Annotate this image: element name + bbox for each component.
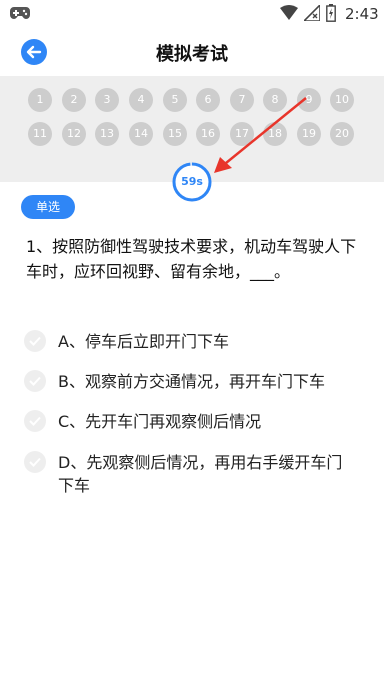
question-number-5[interactable]: 5	[163, 88, 187, 112]
battery-charging-icon	[326, 4, 336, 22]
status-bar: 2:43	[0, 0, 384, 28]
gamepad-icon	[10, 7, 30, 19]
question-number-19[interactable]: 19	[297, 122, 321, 146]
option-check-icon	[24, 370, 46, 392]
option-a-label: A、停车后立即开门下车	[58, 332, 229, 351]
option-check-icon	[24, 330, 46, 352]
page-title: 模拟考试	[156, 44, 228, 65]
option-b-label: B、观察前方交通情况，再开车门下车	[58, 372, 325, 391]
question-number-1[interactable]: 1	[28, 88, 52, 112]
question-number-6[interactable]: 6	[196, 88, 220, 112]
question-number-3[interactable]: 3	[95, 88, 119, 112]
option-d-label: D、先观察侧后情况，再用右手缓开车门下车	[58, 453, 343, 495]
question-number-2[interactable]: 2	[62, 88, 86, 112]
question-number-20[interactable]: 20	[330, 122, 354, 146]
header: 模拟考试	[0, 30, 384, 74]
countdown-timer: 59s	[171, 161, 213, 203]
question-number-13[interactable]: 13	[95, 122, 119, 146]
option-c-label: C、先开车门再观察侧后情况	[58, 412, 262, 431]
question-text: 1、按照防御性驾驶技术要求，机动车驾驶人下车时，应环回视野、留有余地，___。	[26, 237, 357, 281]
question-number-4[interactable]: 4	[129, 88, 153, 112]
wifi-icon	[280, 5, 298, 20]
question-number-8[interactable]: 8	[263, 88, 287, 112]
question-number-16[interactable]: 16	[196, 122, 220, 146]
question-number-14[interactable]: 14	[129, 122, 153, 146]
cellular-no-signal-icon	[304, 5, 320, 21]
question-number-18[interactable]: 18	[263, 122, 287, 146]
question-type-badge: 单选	[21, 195, 75, 219]
question-number-15[interactable]: 15	[163, 122, 187, 146]
question-number-11[interactable]: 11	[28, 122, 52, 146]
question-number-12[interactable]: 12	[62, 122, 86, 146]
timer-text: 59s	[181, 175, 203, 188]
option-check-icon	[24, 451, 46, 473]
question-number-10[interactable]: 10	[330, 88, 354, 112]
question-number-17[interactable]: 17	[230, 122, 254, 146]
option-check-icon	[24, 410, 46, 432]
clock: 2:43	[345, 5, 379, 23]
question-number-7[interactable]: 7	[230, 88, 254, 112]
question-number-9[interactable]: 9	[297, 88, 321, 112]
